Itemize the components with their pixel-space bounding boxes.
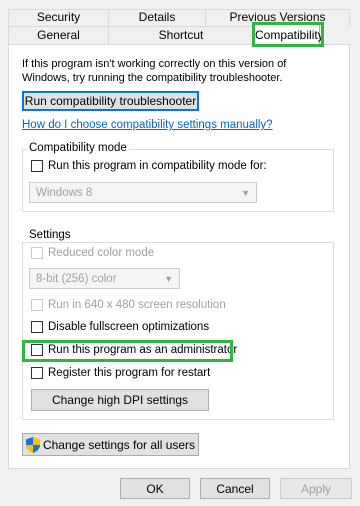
tab-details-label: Details — [138, 10, 176, 24]
intro-text: If this program isn't working correctly … — [22, 58, 287, 84]
settings-legend: Settings — [27, 229, 73, 241]
color-depth-select: 8-bit (256) color ▼ — [29, 268, 180, 289]
color-depth-value: 8-bit (256) color — [36, 272, 117, 285]
fullscreen-optimizations-label: Disable fullscreen optimizations — [48, 321, 210, 333]
register-restart-label: Register this program for restart — [48, 367, 211, 379]
run-troubleshooter-label: Run compatibility troubleshooter — [24, 94, 197, 108]
resolution-label: Run in 640 x 480 screen resolution — [48, 299, 226, 311]
ok-label: OK — [146, 481, 164, 496]
run-as-admin-label: Run this program as an administrator — [48, 344, 238, 356]
reduced-color-checkbox — [31, 247, 43, 259]
compat-mode-checkbox-row[interactable]: Run this program in compatibility mode f… — [31, 160, 267, 172]
manual-settings-link[interactable]: How do I choose compatibility settings m… — [22, 119, 273, 131]
fullscreen-optimizations-checkbox[interactable] — [31, 321, 43, 333]
tab-general-label: General — [37, 28, 80, 42]
change-all-users-label: Change settings for all users — [42, 437, 196, 452]
fullscreen-optimizations-checkbox-row[interactable]: Disable fullscreen optimizations — [31, 321, 209, 333]
cancel-button[interactable]: Cancel — [200, 478, 270, 499]
cancel-label: Cancel — [216, 481, 254, 496]
run-troubleshooter-button[interactable]: Run compatibility troubleshooter — [22, 91, 199, 111]
resolution-checkbox-row: Run in 640 x 480 screen resolution — [31, 299, 226, 311]
run-as-admin-checkbox[interactable] — [31, 344, 43, 356]
chevron-down-icon: ▼ — [164, 273, 173, 284]
tab-security[interactable]: Security — [8, 9, 109, 26]
uac-shield-icon — [25, 436, 40, 453]
tab-details[interactable]: Details — [108, 9, 206, 26]
run-as-admin-checkbox-row[interactable]: Run this program as an administrator — [31, 344, 237, 356]
tab-security-label: Security — [36, 10, 81, 24]
windows-version-value: Windows 8 — [36, 186, 93, 199]
tab-previous-versions-label: Previous Versions — [229, 10, 326, 24]
compat-mode-checkbox[interactable] — [31, 160, 43, 172]
apply-button: Apply — [280, 478, 352, 499]
compat-mode-checkbox-label: Run this program in compatibility mode f… — [48, 160, 267, 172]
change-all-users-button[interactable]: Change settings for all users — [22, 433, 199, 456]
reduced-color-checkbox-row: Reduced color mode — [31, 247, 154, 259]
tab-general[interactable]: General — [8, 26, 109, 44]
register-restart-checkbox-row[interactable]: Register this program for restart — [31, 367, 210, 379]
windows-version-select: Windows 8 ▼ — [29, 182, 257, 203]
change-dpi-label: Change high DPI settings — [51, 393, 189, 407]
ok-button[interactable]: OK — [120, 478, 190, 499]
compatibility-mode-legend: Compatibility mode — [27, 142, 129, 154]
chevron-down-icon: ▼ — [241, 187, 250, 198]
reduced-color-label: Reduced color mode — [48, 247, 155, 259]
tab-compatibility[interactable]: Compatibility — [254, 24, 324, 45]
tab-shortcut-label: Shortcut — [158, 28, 204, 42]
tab-compatibility-label: Compatibility — [255, 28, 324, 42]
apply-label: Apply — [300, 481, 332, 496]
change-dpi-button[interactable]: Change high DPI settings — [31, 389, 209, 411]
tab-shortcut[interactable]: Shortcut — [108, 26, 254, 44]
resolution-checkbox — [31, 299, 43, 311]
register-restart-checkbox[interactable] — [31, 367, 43, 379]
